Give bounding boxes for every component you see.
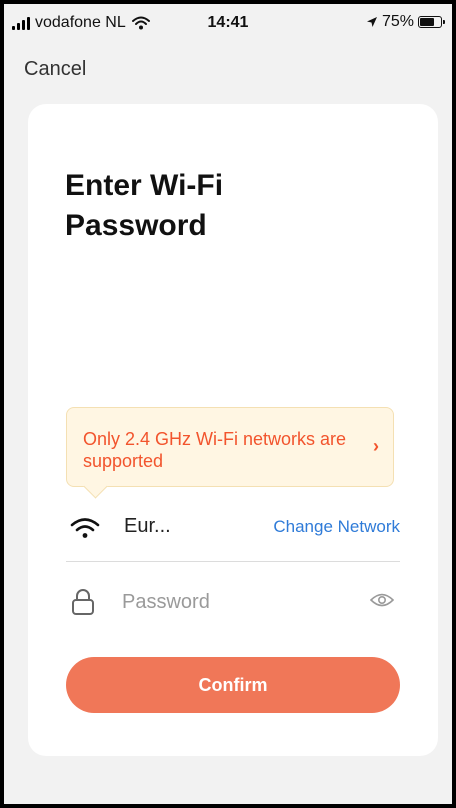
battery-percent: 75% (381, 13, 414, 30)
network-name: Eur... (124, 515, 171, 537)
location-arrow-icon (366, 17, 377, 27)
page-title: Enter Wi-Fi Password (65, 169, 224, 242)
notice-text: Only 2.4 GHz Wi-Fi networks are supporte… (83, 429, 347, 471)
battery-level (420, 18, 434, 26)
status-right: 75% (366, 13, 445, 31)
app-screen: vodafone NL 14:41 75% Cancel Enter Wi-Fi… (4, 4, 452, 804)
cancel-button[interactable]: Cancel (24, 58, 86, 81)
lock-icon (72, 589, 94, 615)
battery-icon (418, 16, 445, 28)
network-row: Eur... Change Network (66, 509, 400, 545)
chevron-right-icon: › (373, 436, 379, 456)
wifi-password-card: Enter Wi-Fi Password Only 2.4 GHz Wi-Fi … (28, 104, 438, 756)
eye-icon[interactable] (370, 592, 394, 608)
divider (66, 561, 400, 562)
confirm-button[interactable]: Confirm (66, 657, 400, 713)
change-network-link[interactable]: Change Network (273, 517, 400, 537)
frequency-notice[interactable]: Only 2.4 GHz Wi-Fi networks are supporte… (66, 407, 394, 487)
wifi-icon (70, 518, 100, 538)
password-input[interactable] (122, 586, 352, 618)
password-row (66, 582, 400, 622)
status-bar: vodafone NL 14:41 75% (4, 4, 452, 42)
